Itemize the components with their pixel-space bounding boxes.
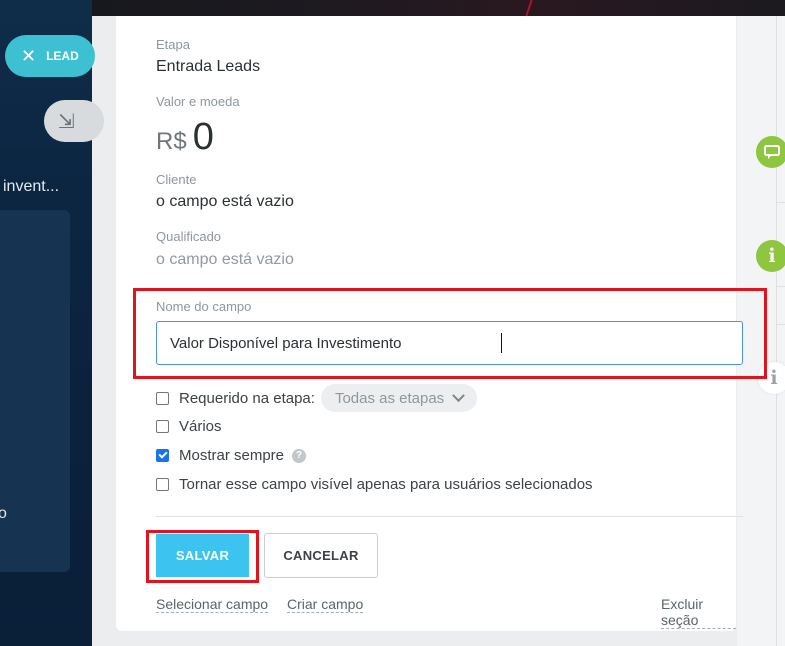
qualified-value[interactable]: o campo está vazio bbox=[156, 251, 294, 269]
top-background-strip bbox=[0, 0, 785, 16]
decorative-line bbox=[525, 0, 533, 16]
info-glyph: i bbox=[768, 245, 776, 267]
left-card bbox=[0, 210, 70, 572]
currency-symbol: R$ bbox=[156, 128, 187, 155]
divider bbox=[776, 202, 785, 203]
sidebar-truncated-text: invent... bbox=[3, 178, 60, 195]
required-label: Requerido na etapa: bbox=[179, 389, 315, 407]
stage-label: Etapa bbox=[156, 37, 190, 52]
always-show-option: Mostrar sempre ? bbox=[156, 447, 307, 464]
save-button[interactable]: SALVAR bbox=[156, 534, 249, 577]
create-field-link[interactable]: Criar campo bbox=[287, 596, 364, 613]
field-name-label: Nome do campo bbox=[156, 299, 252, 314]
cancel-button[interactable]: CANCELAR bbox=[264, 533, 378, 578]
multiple-label: Vários bbox=[179, 418, 222, 435]
delete-section-link[interactable]: Excluir seção bbox=[661, 596, 736, 629]
value-amount[interactable]: R$ 0 bbox=[156, 116, 214, 159]
always-show-checkbox[interactable] bbox=[156, 449, 169, 462]
client-label: Cliente bbox=[156, 172, 197, 187]
multiple-option: Vários bbox=[156, 418, 222, 435]
multiple-checkbox[interactable] bbox=[156, 420, 169, 433]
select-field-link[interactable]: Selecionar campo bbox=[156, 596, 269, 613]
info-glyph: i bbox=[770, 367, 778, 389]
arrow-down-right-icon: ⇲ bbox=[58, 110, 75, 133]
chevron-down-icon bbox=[452, 388, 466, 402]
divider bbox=[776, 286, 785, 287]
stage-value: Entrada Leads bbox=[156, 58, 261, 75]
chat-bubble-icon bbox=[764, 145, 780, 159]
help-icon[interactable]: ? bbox=[292, 448, 307, 463]
close-icon: ✕ bbox=[21, 46, 37, 66]
value-label: Valor e moeda bbox=[156, 94, 240, 109]
lead-close-pill[interactable]: ✕ LEAD bbox=[5, 35, 95, 77]
sidebar-letter: o bbox=[0, 505, 7, 522]
divider bbox=[776, 324, 785, 325]
visible-selected-option: Tornar esse campo visível apenas para us… bbox=[156, 476, 593, 493]
chat-icon[interactable] bbox=[756, 136, 785, 168]
required-checkbox[interactable] bbox=[156, 391, 169, 405]
always-show-label: Mostrar sempre bbox=[179, 447, 285, 464]
stage-select-value: Todas as etapas bbox=[334, 389, 445, 407]
field-name-input[interactable] bbox=[156, 321, 743, 365]
info-icon[interactable]: i bbox=[756, 240, 785, 272]
client-value[interactable]: o campo está vazio bbox=[156, 193, 294, 211]
qualified-label: Qualificado bbox=[156, 229, 222, 244]
field-settings-panel: Etapa Entrada Leads Valor e moeda R$ 0 C… bbox=[92, 16, 767, 646]
text-caret bbox=[501, 333, 502, 353]
left-background-pane: invent... o bbox=[0, 0, 92, 646]
divider bbox=[156, 516, 743, 517]
required-option: Requerido na etapa: Todas as etapas bbox=[156, 384, 478, 412]
collapse-arrow-button[interactable]: ⇲ bbox=[44, 100, 104, 142]
visible-selected-checkbox[interactable] bbox=[156, 478, 169, 491]
divider bbox=[776, 16, 777, 646]
value-number: 0 bbox=[192, 116, 214, 158]
visible-selected-label: Tornar esse campo visível apenas para us… bbox=[179, 476, 593, 493]
field-settings-card: Etapa Entrada Leads Valor e moeda R$ 0 C… bbox=[116, 16, 767, 631]
stage-select[interactable]: Todas as etapas bbox=[320, 384, 478, 412]
lead-pill-label: LEAD bbox=[46, 49, 79, 63]
